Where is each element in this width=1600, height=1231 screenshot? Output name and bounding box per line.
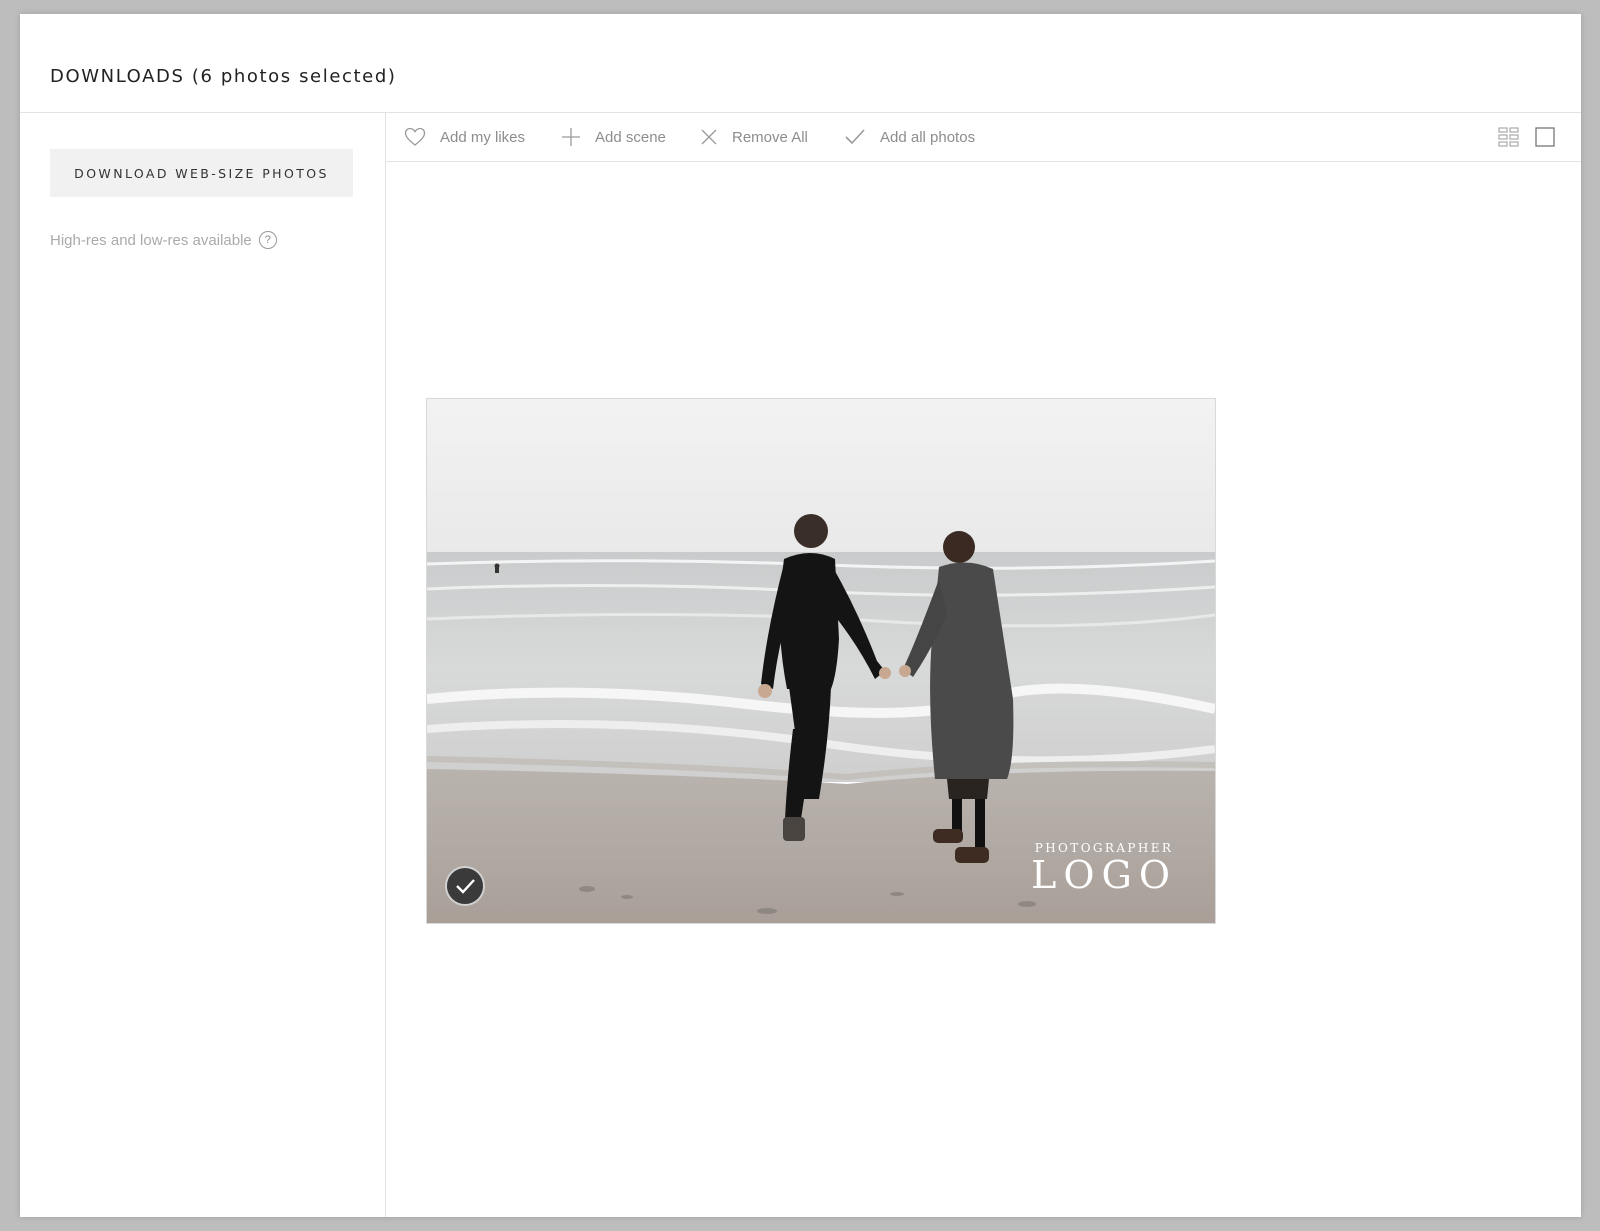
help-icon[interactable]: ?	[258, 231, 277, 249]
sidebar: DOWNLOAD WEB-SIZE PHOTOS High-res and lo…	[20, 113, 386, 1217]
add-all-photos-label: Add all photos	[880, 128, 976, 146]
page-title: DOWNLOADS (6 photos selected)	[50, 66, 397, 87]
x-icon	[701, 129, 717, 145]
single-view-icon	[1535, 127, 1555, 147]
photo-thumbnail[interactable]: PHOTOGRAPHER LOGO	[426, 398, 1216, 924]
downloads-modal: DOWNLOADS (6 photos selected) DOWNLOAD W…	[20, 14, 1581, 1217]
check-icon	[845, 129, 865, 145]
plus-icon	[562, 128, 580, 146]
single-view-toggle[interactable]	[1535, 127, 1555, 152]
check-icon	[456, 879, 475, 894]
download-web-size-button[interactable]: DOWNLOAD WEB-SIZE PHOTOS	[50, 149, 353, 197]
heart-icon	[404, 127, 426, 146]
remove-all-label: Remove All	[732, 128, 808, 146]
selected-check-badge[interactable]	[445, 866, 485, 906]
add-my-likes-button[interactable]: Add my likes	[404, 113, 525, 161]
toolbar: Add my likes Add scene Remove All Add al…	[386, 113, 1581, 162]
add-all-photos-button[interactable]: Add all photos	[844, 113, 975, 161]
grid-view-icon	[1498, 127, 1519, 147]
modal-header: DOWNLOADS (6 photos selected)	[20, 14, 1581, 113]
photographer-logo-watermark: PHOTOGRAPHER LOGO	[1031, 841, 1177, 895]
add-scene-label: Add scene	[595, 128, 666, 146]
watermark-big-text: LOGO	[1031, 853, 1177, 897]
grid-view-toggle[interactable]	[1498, 127, 1519, 152]
resolution-note: High-res and low-res available ?	[50, 231, 277, 249]
resolution-note-text: High-res and low-res available	[50, 231, 252, 249]
add-my-likes-label: Add my likes	[440, 128, 526, 146]
remove-all-button[interactable]: Remove All	[700, 113, 808, 161]
add-scene-button[interactable]: Add scene	[561, 113, 666, 161]
